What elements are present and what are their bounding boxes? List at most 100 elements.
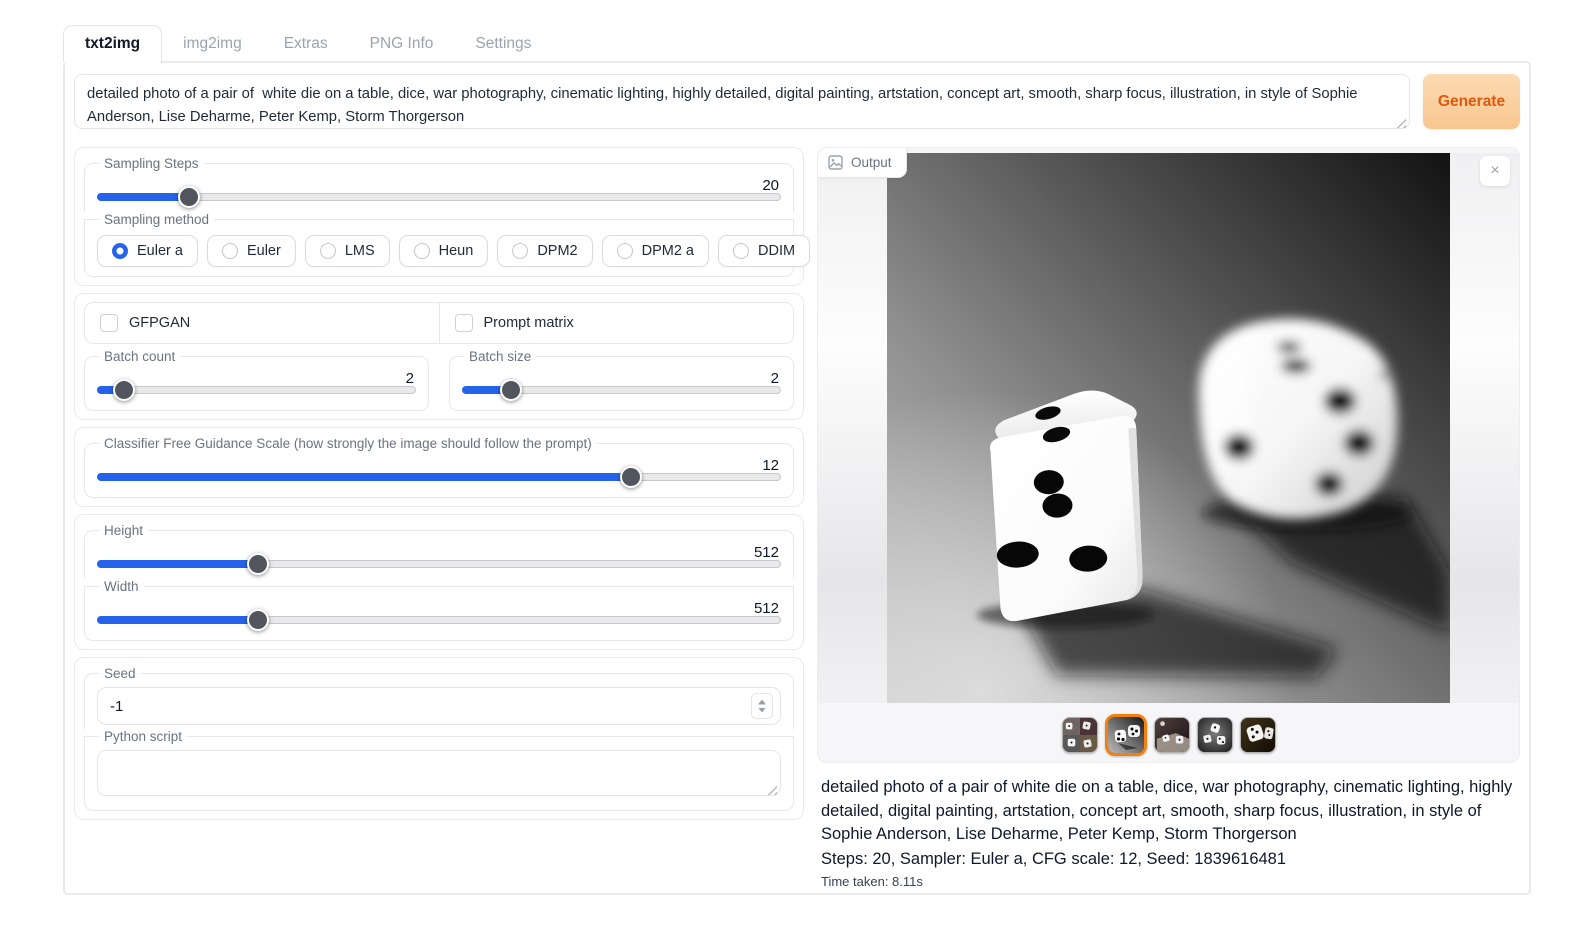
image-stage: [818, 153, 1519, 703]
generate-button[interactable]: Generate: [1423, 74, 1520, 129]
output-thumbnail-4[interactable]: [1197, 717, 1233, 753]
prompt-matrix-checkbox[interactable]: Prompt matrix: [439, 303, 794, 343]
python-script-input[interactable]: [97, 750, 781, 796]
radio-dot-icon: [112, 243, 128, 259]
radio-label: Heun: [439, 243, 474, 259]
cfg-scale-slider-thumb[interactable]: [620, 466, 642, 488]
sampling-steps-label: Sampling Steps: [99, 156, 204, 171]
image-right-fade: [1450, 153, 1519, 703]
output-params: Steps: 20, Sampler: Euler a, CFG scale: …: [821, 848, 1516, 872]
sampling-group: Sampling Steps 20 Sampling method Eul: [74, 147, 804, 286]
radio-euler[interactable]: Euler: [207, 235, 296, 267]
width-slider[interactable]: [97, 609, 781, 631]
radio-label: DDIM: [758, 243, 795, 259]
tab-img2img[interactable]: img2img: [162, 26, 263, 62]
cfg-group: Classifier Free Guidance Scale (how stro…: [74, 427, 804, 507]
close-output-button[interactable]: ×: [1480, 156, 1510, 186]
app-root: txt2img img2img Extras PNG Info Settings…: [63, 25, 1531, 895]
radio-lms[interactable]: LMS: [305, 235, 390, 267]
sampling-method-label: Sampling method: [99, 212, 214, 227]
batch-size-field: Batch size 2: [449, 349, 794, 411]
output-gallery: [818, 714, 1519, 756]
radio-heun[interactable]: Heun: [399, 235, 489, 267]
seed-spinner[interactable]: [751, 693, 773, 719]
cfg-scale-label: Classifier Free Guidance Scale (how stro…: [99, 436, 597, 451]
height-slider[interactable]: [97, 553, 781, 575]
sampling-steps-field: Sampling Steps 20: [84, 156, 794, 212]
radio-label: Euler a: [137, 243, 183, 259]
seed-field: Seed -1: [84, 666, 794, 729]
txt2img-panel: detailed photo of a pair of white die on…: [63, 61, 1531, 895]
time-taken: Time taken: 8.11s: [821, 874, 1516, 889]
gfpgan-checkbox[interactable]: GFPGAN: [85, 303, 439, 343]
batch-count-slider-thumb[interactable]: [113, 379, 135, 401]
height-field: Height 512: [84, 523, 794, 579]
radio-dot-icon: [320, 243, 336, 259]
batch-group: GFPGAN Prompt matrix Batch count 2: [74, 293, 804, 420]
batch-size-slider[interactable]: [462, 379, 781, 401]
width-field: Width 512: [84, 579, 794, 641]
toggles-row: GFPGAN Prompt matrix: [84, 302, 794, 344]
height-slider-thumb[interactable]: [247, 553, 269, 575]
tab-settings[interactable]: Settings: [454, 26, 552, 62]
radio-dot-icon: [617, 243, 633, 259]
radio-ddim[interactable]: DDIM: [718, 235, 810, 267]
radio-dot-icon: [414, 243, 430, 259]
sampling-steps-slider[interactable]: [97, 186, 781, 208]
output-header: Output: [818, 148, 907, 178]
spinner-up-icon[interactable]: [758, 700, 766, 705]
checkbox-icon[interactable]: [455, 314, 473, 332]
tab-png-info[interactable]: PNG Info: [349, 26, 455, 62]
radio-dpm2[interactable]: DPM2: [497, 235, 592, 267]
batch-count-field: Batch count 2: [84, 349, 429, 411]
height-label: Height: [99, 523, 148, 538]
settings-column: Sampling Steps 20 Sampling method Eul: [74, 147, 804, 820]
cfg-scale-field: Classifier Free Guidance Scale (how stro…: [84, 436, 794, 498]
radio-label: DPM2: [537, 243, 577, 259]
sampling-method-field: Sampling method Euler a Euler: [84, 212, 794, 277]
output-panel: Output ×: [817, 147, 1520, 763]
image-icon: [828, 155, 843, 170]
batch-count-label: Batch count: [99, 349, 180, 364]
checkbox-icon[interactable]: [100, 314, 118, 332]
output-column: Output ×: [817, 147, 1520, 889]
sampling-steps-slider-thumb[interactable]: [178, 186, 200, 208]
prompt-input[interactable]: detailed photo of a pair of white die on…: [74, 74, 1410, 129]
radio-dot-icon: [512, 243, 528, 259]
width-label: Width: [99, 579, 144, 594]
prompt-row: detailed photo of a pair of white die on…: [74, 74, 1520, 134]
generated-image-dice[interactable]: [887, 153, 1450, 703]
output-thumbnail-2-selected[interactable]: [1105, 714, 1147, 756]
seed-value: -1: [110, 698, 123, 715]
radio-euler-a[interactable]: Euler a: [97, 235, 198, 267]
python-script-label: Python script: [99, 729, 187, 744]
batch-count-slider[interactable]: [97, 379, 416, 401]
radio-label: DPM2 a: [642, 243, 694, 259]
width-slider-thumb[interactable]: [247, 609, 269, 631]
size-group: Height 512 Width 512: [74, 514, 804, 650]
cfg-scale-slider[interactable]: [97, 466, 781, 488]
seed-input[interactable]: -1: [97, 687, 781, 725]
gfpgan-label: GFPGAN: [129, 315, 190, 331]
sampling-method-options: Euler a Euler LMS: [97, 235, 781, 267]
batch-size-label: Batch size: [464, 349, 536, 364]
output-thumbnail-5[interactable]: [1240, 717, 1276, 753]
tab-txt2img[interactable]: txt2img: [63, 25, 162, 62]
radio-dot-icon: [222, 243, 238, 259]
prompt-matrix-label: Prompt matrix: [484, 315, 574, 331]
image-left-fade: [818, 153, 887, 703]
batch-size-slider-thumb[interactable]: [500, 379, 522, 401]
python-script-field: Python script: [84, 729, 794, 811]
radio-dot-icon: [733, 243, 749, 259]
seed-label: Seed: [99, 666, 141, 681]
radio-label: LMS: [345, 243, 375, 259]
radio-dpm2-a[interactable]: DPM2 a: [602, 235, 709, 267]
tab-extras[interactable]: Extras: [263, 26, 349, 62]
output-caption: detailed photo of a pair of white die on…: [821, 776, 1516, 847]
radio-label: Euler: [247, 243, 281, 259]
output-thumbnail-3[interactable]: [1154, 717, 1190, 753]
output-label: Output: [851, 155, 892, 170]
output-thumbnail-1[interactable]: [1062, 717, 1098, 753]
generation-info: detailed photo of a pair of white die on…: [821, 776, 1516, 889]
spinner-down-icon[interactable]: [758, 708, 766, 713]
